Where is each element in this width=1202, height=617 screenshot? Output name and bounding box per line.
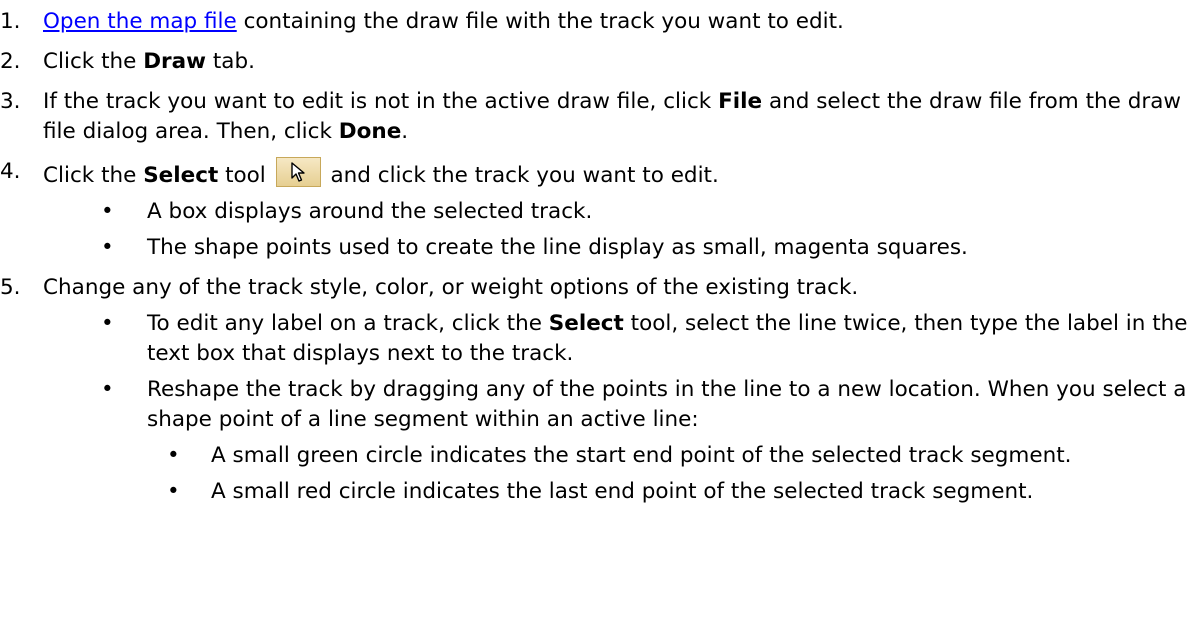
step-text: Click the xyxy=(43,163,144,188)
step-number: 4. xyxy=(0,159,21,184)
bullet-text: To edit any label on a track, click the xyxy=(147,311,549,336)
bullet-icon: • xyxy=(101,377,114,402)
step-3: 3. If the track you want to edit is not … xyxy=(0,87,1183,147)
step-4-bullets: • A box displays around the selected trac… xyxy=(43,197,1183,263)
bullet-text: The shape points used to create the line… xyxy=(147,235,968,260)
bullet-text: A box displays around the selected track… xyxy=(147,199,593,224)
instructions-document: 1. Open the map file containing the draw… xyxy=(0,0,1202,507)
bullet-icon: • xyxy=(101,199,114,224)
open-map-file-link[interactable]: Open the map file xyxy=(43,9,237,34)
step-text: . xyxy=(401,119,409,144)
step-number: 3. xyxy=(0,89,21,114)
file-term: File xyxy=(718,89,763,114)
select-term: Select xyxy=(143,163,219,188)
select-term: Select xyxy=(548,311,624,336)
list-item: • To edit any label on a track, click the… xyxy=(43,309,1197,369)
step-text: If the track you want to edit is not in … xyxy=(43,89,719,114)
step-text: tool xyxy=(218,163,273,188)
step-1: 1. Open the map file containing the draw… xyxy=(0,7,1183,37)
step-5: 5. Change any of the track style, color,… xyxy=(0,273,1188,507)
step-text: Click the xyxy=(43,49,144,74)
bullet-text: A small red circle indicates the last en… xyxy=(211,479,1034,504)
step-text: tab. xyxy=(206,49,255,74)
list-item: • The shape points used to create the lin… xyxy=(43,233,1197,263)
step-number: 2. xyxy=(0,49,21,74)
list-item: • Reshape the track by dragging any of th… xyxy=(43,375,1197,507)
list-item: • A small red circle indicates the last e… xyxy=(43,477,1202,507)
bullet-text: Reshape the track by dragging any of the… xyxy=(147,377,1187,432)
reshape-sub-bullets: • A small green circle indicates the star… xyxy=(43,441,1197,507)
bullet-text: A small green circle indicates the start… xyxy=(211,443,1072,468)
step-text: and click the track you want to edit. xyxy=(323,163,719,188)
step-2: 2. Click the Draw tab. xyxy=(0,47,1183,77)
list-item: • A small green circle indicates the star… xyxy=(43,441,1202,471)
bullet-icon: • xyxy=(167,479,180,504)
step-4: 4. Click the Select tool and click the t… xyxy=(0,157,1183,263)
step-5-bullets: • To edit any label on a track, click the… xyxy=(43,309,1188,507)
bullet-icon: • xyxy=(101,235,114,260)
bullet-icon: • xyxy=(101,311,114,336)
select-tool-button[interactable] xyxy=(275,157,321,187)
draw-tab-term: Draw xyxy=(143,49,207,74)
done-term: Done xyxy=(338,119,402,144)
list-item: • A box displays around the selected trac… xyxy=(43,197,1197,227)
step-text: containing the draw file with the track … xyxy=(236,9,844,34)
arrow-cursor-icon xyxy=(290,162,305,182)
step-number: 5. xyxy=(0,275,21,300)
bullet-icon: • xyxy=(167,443,180,468)
step-number: 1. xyxy=(0,9,21,34)
step-text: Change any of the track style, color, or… xyxy=(43,275,859,300)
